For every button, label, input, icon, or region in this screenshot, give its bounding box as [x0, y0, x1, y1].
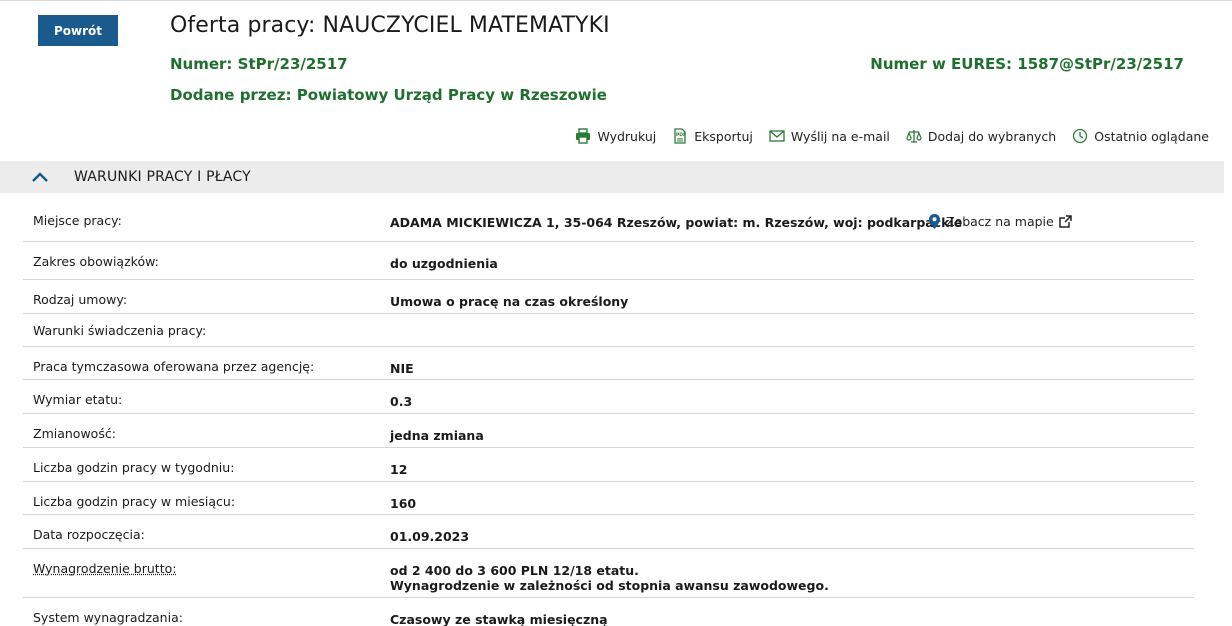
- row-value: 01.09.2023: [390, 529, 470, 544]
- table-row: Liczba godzin pracy w tygodniu: 12: [23, 448, 1194, 482]
- page-title: Oferta pracy: NAUCZYCIEL MATEMATYKI: [170, 13, 610, 38]
- row-value: 12: [390, 462, 408, 477]
- offer-number: Numer: StPr/23/2517: [170, 55, 348, 73]
- back-button[interactable]: Powrót: [38, 15, 118, 46]
- export-label: Eksportuj: [694, 128, 753, 144]
- svg-text:PDF: PDF: [676, 132, 686, 138]
- salary-note: Wynagrodzenie w zależności od stopnia aw…: [390, 578, 829, 593]
- table-row: Warunki świadczenia pracy:: [23, 314, 1194, 347]
- map-link[interactable]: Zobacz na mapie: [928, 214, 1072, 229]
- table-row: System wynagradzania: Czasowy ze stawką …: [23, 598, 1194, 626]
- row-value: Umowa o pracę na czas określony: [390, 294, 629, 309]
- row-label: Zmianowość:: [33, 426, 116, 441]
- offer-number-label: Numer:: [170, 55, 233, 73]
- table-row: Zakres obowiązków: do uzgodnienia: [23, 242, 1194, 280]
- eures-number-label: Numer w EURES:: [870, 55, 1013, 73]
- map-pin-icon: [929, 214, 940, 229]
- table-row: Wymiar etatu: 0.3: [23, 380, 1194, 414]
- section-header-working-conditions[interactable]: WARUNKI PRACY I PŁACY: [0, 161, 1224, 193]
- row-label: Liczba godzin pracy w tygodniu:: [33, 460, 235, 475]
- recent-action[interactable]: Ostatnio oglądane: [1072, 128, 1209, 144]
- row-label: Miejsce pracy:: [33, 213, 122, 228]
- table-row: Rodzaj umowy: Umowa o pracę na czas okre…: [23, 280, 1194, 314]
- table-row: Zmianowość: jedna zmiana: [23, 414, 1194, 448]
- added-by: Dodane przez: Powiatowy Urząd Pracy w Rz…: [170, 86, 607, 104]
- favorite-action[interactable]: Dodaj do wybranych: [906, 128, 1056, 144]
- row-value: od 2 400 do 3 600 PLN 12/18 etatu. Wynag…: [390, 563, 829, 593]
- email-action[interactable]: Wyślij na e-mail: [769, 128, 890, 144]
- table-row: Miejsce pracy: ADAMA MICKIEWICZA 1, 35-0…: [23, 201, 1194, 242]
- row-label: Zakres obowiązków:: [33, 254, 159, 269]
- favorite-label: Dodaj do wybranych: [927, 128, 1057, 144]
- eures-number-value: 1587@StPr/23/2517: [1017, 55, 1184, 73]
- table-row: Data rozpoczęcia: 01.09.2023: [23, 515, 1194, 549]
- map-link-label: Zobacz na mapie: [946, 214, 1054, 229]
- row-label: Warunki świadczenia pracy:: [33, 323, 207, 338]
- added-by-value: Powiatowy Urząd Pracy w Rzeszowie: [296, 86, 607, 104]
- section-title: WARUNKI PRACY I PŁACY: [74, 169, 251, 185]
- top-divider: [0, 0, 1232, 3]
- external-link-icon: [1058, 215, 1072, 228]
- row-value: 0.3: [390, 394, 413, 409]
- table-row: Wynagrodzenie brutto: od 2 400 do 3 600 …: [23, 549, 1194, 598]
- row-value: 160: [390, 496, 417, 511]
- row-label[interactable]: Wynagrodzenie brutto:: [33, 561, 176, 576]
- conditions-table: Miejsce pracy: ADAMA MICKIEWICZA 1, 35-0…: [23, 201, 1194, 626]
- print-action[interactable]: Wydrukuj: [575, 128, 656, 144]
- row-value: do uzgodnienia: [390, 256, 498, 271]
- chevron-up-icon: [32, 172, 48, 182]
- print-label: Wydrukuj: [597, 128, 657, 144]
- printer-icon: [576, 128, 591, 144]
- table-row: Praca tymczasowa oferowana przez agencję…: [23, 347, 1194, 380]
- salary-range: od 2 400 do 3 600 PLN 12/18 etatu.: [390, 563, 639, 578]
- pdf-file-icon: PDF: [674, 128, 686, 144]
- row-label: Praca tymczasowa oferowana przez agencję…: [33, 359, 315, 374]
- row-value: Czasowy ze stawką miesięczną: [390, 612, 608, 626]
- scales-icon: [906, 130, 922, 143]
- row-value: NIE: [390, 361, 414, 376]
- email-label: Wyślij na e-mail: [790, 128, 890, 144]
- row-label: Rodzaj umowy:: [33, 292, 128, 307]
- export-action[interactable]: PDF Eksportuj: [672, 128, 753, 144]
- row-label: System wynagradzania:: [33, 610, 183, 625]
- clock-icon: [1073, 128, 1088, 144]
- row-label: Data rozpoczęcia:: [33, 527, 145, 542]
- action-toolbar: Wydrukuj PDF Eksportuj Wyślij na e-mail …: [575, 128, 1209, 144]
- added-by-label: Dodane przez:: [170, 86, 292, 104]
- row-value: jedna zmiana: [390, 428, 484, 443]
- row-label: Wymiar etatu:: [33, 392, 123, 407]
- offer-number-value: StPr/23/2517: [237, 55, 348, 73]
- row-value: ADAMA MICKIEWICZA 1, 35-064 Rzeszów, pow…: [390, 215, 963, 230]
- table-row: Liczba godzin pracy w miesiącu: 160: [23, 482, 1194, 515]
- eures-number: Numer w EURES: 1587@StPr/23/2517: [870, 55, 1184, 73]
- recent-label: Ostatnio oglądane: [1094, 128, 1209, 144]
- envelope-icon: [769, 130, 785, 142]
- row-label: Liczba godzin pracy w miesiącu:: [33, 494, 236, 509]
